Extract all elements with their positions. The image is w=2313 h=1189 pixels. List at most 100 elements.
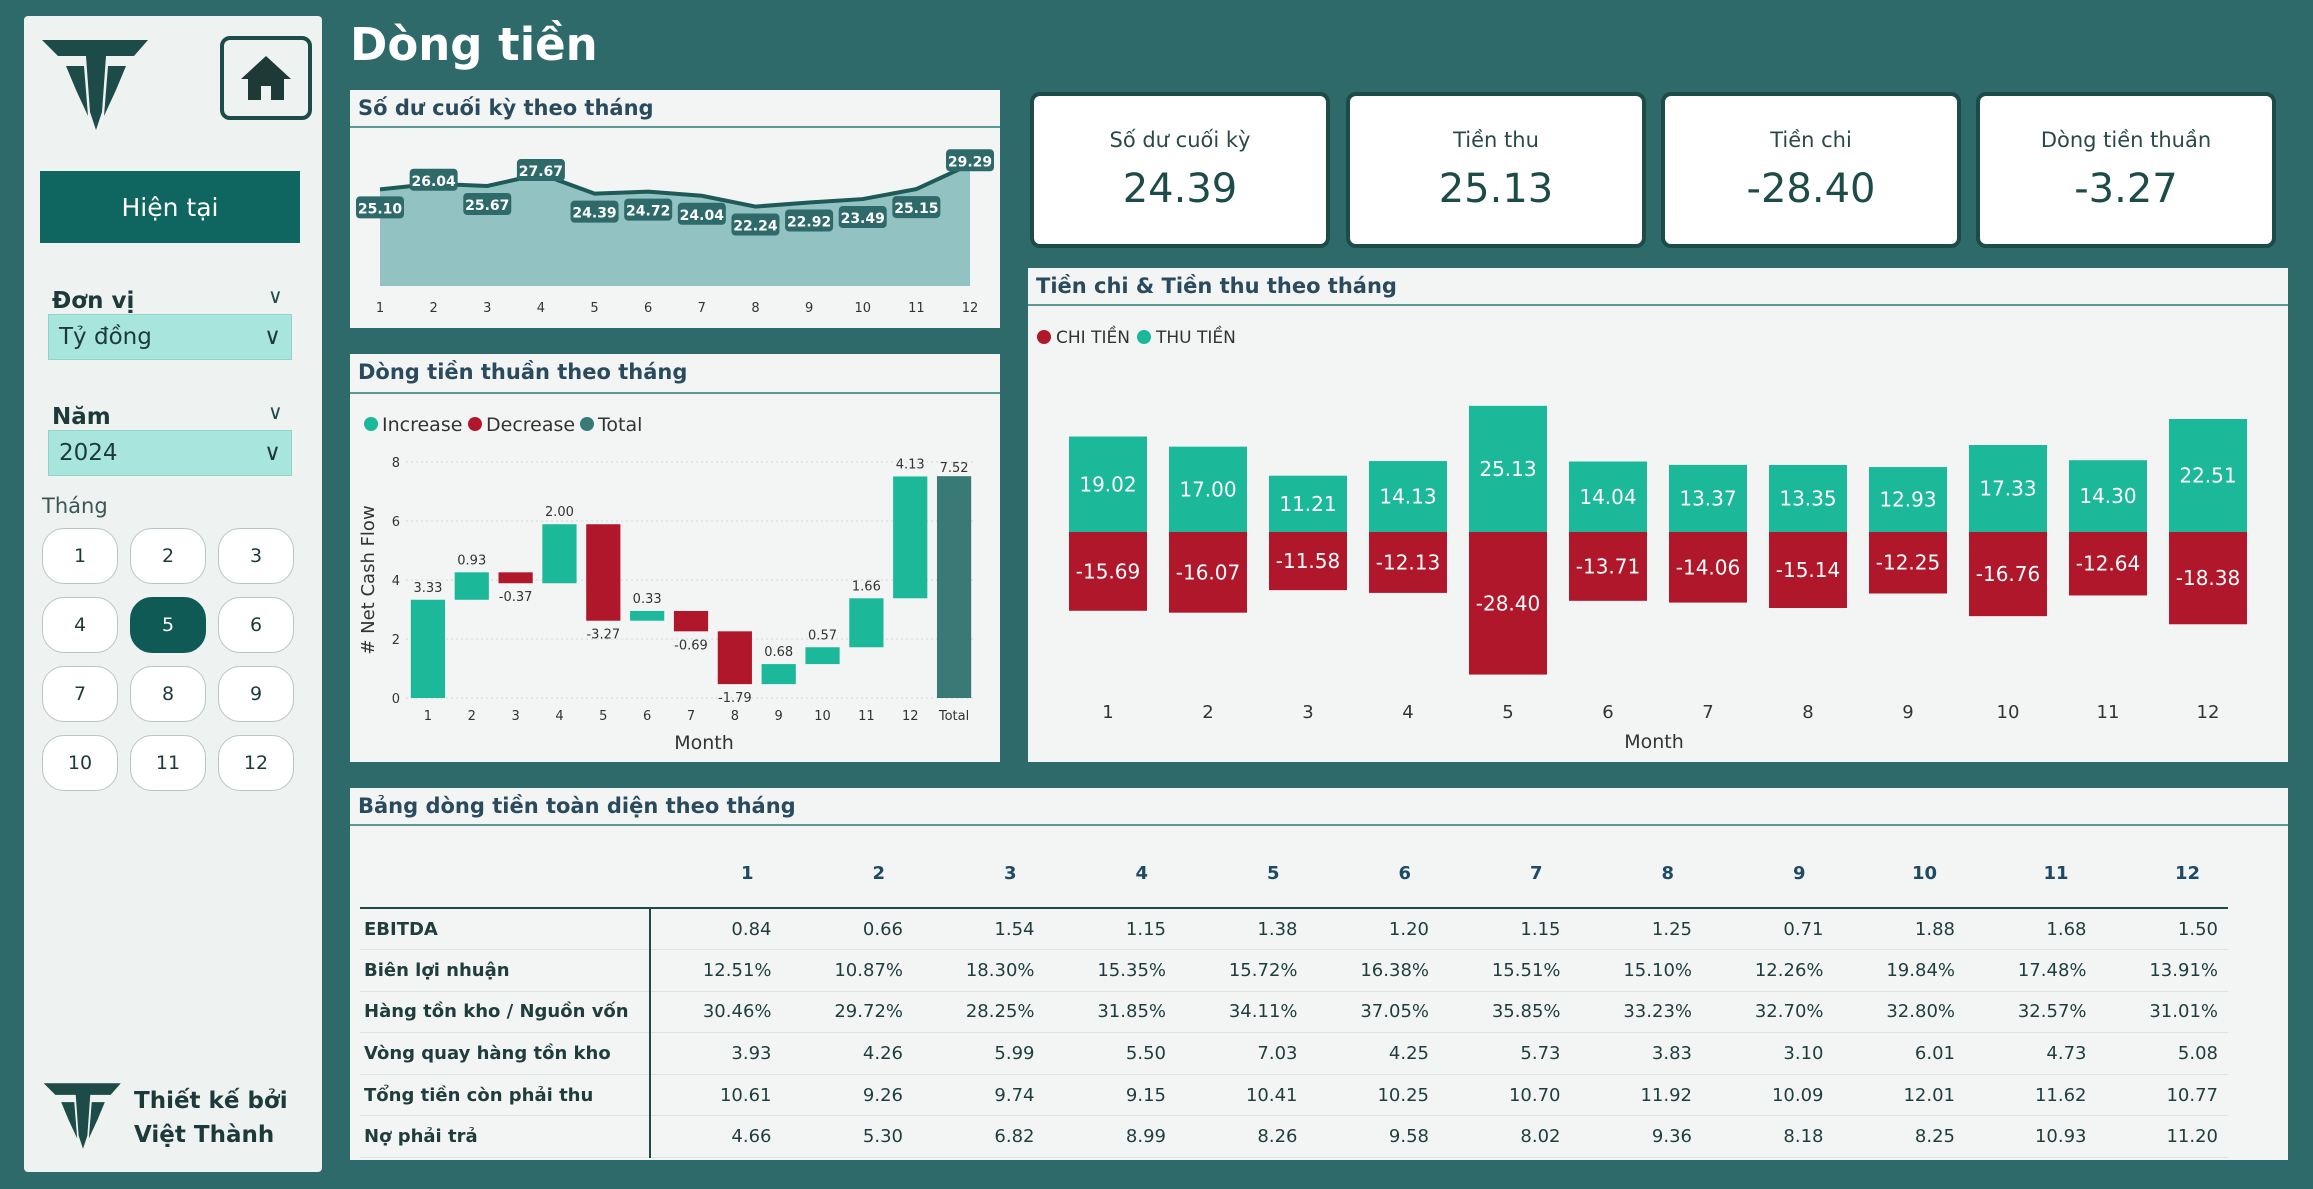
table-cell: 1.68	[1965, 908, 2097, 951]
chevron-down-icon: ∨	[264, 440, 281, 466]
month-button-4[interactable]: 4	[42, 597, 118, 653]
legend-label: Total	[597, 414, 642, 436]
table-column-header: 3	[1003, 863, 1017, 884]
month-button-2[interactable]: 2	[130, 528, 206, 584]
designer-line-2: Việt Thành	[134, 1122, 275, 1148]
legend-label: THU TIỀN	[1155, 324, 1236, 348]
unit-dropdown[interactable]: Tỷ đồng ∨	[48, 314, 292, 360]
cash-out-value-label: -12.64	[2076, 552, 2140, 576]
x-tick-label: 2	[1202, 702, 1213, 723]
waterfall-bar	[586, 524, 621, 621]
table-cell: 3.10	[1702, 1032, 1834, 1075]
table-cell: 32.70%	[1702, 991, 1834, 1034]
table-cell: 10.70	[1439, 1074, 1571, 1117]
unit-collapse-chevron-icon[interactable]: ∨	[268, 284, 283, 308]
table-cell: 1.88	[1833, 908, 1965, 951]
current-button[interactable]: Hiện tại	[40, 171, 300, 243]
waterfall-bar	[761, 664, 796, 685]
x-tick-label: 4	[537, 301, 545, 316]
chevron-down-icon: ∨	[264, 324, 281, 350]
table-cell: 7.03	[1176, 1032, 1308, 1075]
year-dropdown[interactable]: 2024 ∨	[48, 430, 292, 476]
table-row-label: Hàng tồn kho / Nguồn vốn	[360, 991, 651, 1034]
month-button-1[interactable]: 1	[42, 528, 118, 584]
waterfall-value-label: 4.13	[896, 457, 925, 472]
table-row: Vòng quay hàng tồn kho 3.93 4.26 5.99 5.50 7.…	[360, 1032, 2228, 1075]
x-tick-label: 5	[590, 301, 598, 316]
x-tick-label: 3	[483, 301, 491, 316]
month-button-9[interactable]: 9	[218, 666, 294, 722]
y-tick-label: 0	[392, 692, 400, 707]
cash-in-value-label: 14.30	[2079, 484, 2136, 508]
table-cell: 19.84%	[1833, 949, 1965, 992]
month-button-3[interactable]: 3	[218, 528, 294, 584]
table-cell: 9.15	[1044, 1074, 1176, 1117]
legend-swatch	[1137, 330, 1151, 344]
balance-value-label: 23.49	[841, 211, 885, 227]
x-tick-label: 7	[1702, 702, 1713, 723]
balance-value-label: 24.72	[626, 204, 670, 220]
x-tick-label: 9	[805, 301, 813, 316]
x-tick-label: 5	[1502, 702, 1513, 723]
table-cell: 35.85%	[1439, 991, 1571, 1034]
table-cell: 10.25	[1307, 1074, 1439, 1117]
month-button-10[interactable]: 10	[42, 735, 118, 791]
x-tick-label: 12	[902, 709, 919, 724]
waterfall-value-label: 0.93	[457, 553, 486, 568]
waterfall-value-label: 2.00	[545, 505, 574, 520]
x-tick-label: 8	[751, 301, 759, 316]
table-cell: 6.01	[1833, 1032, 1965, 1075]
table-cell: 3.83	[1570, 1032, 1702, 1075]
year-label: Năm	[52, 404, 111, 430]
table-cell: 0.66	[781, 908, 913, 951]
y-tick-label: 6	[392, 515, 400, 530]
kpi-label: Số dư cuối kỳ	[1109, 128, 1251, 152]
month-button-5[interactable]: 5	[130, 597, 206, 653]
kpi-card-ending-balance: Số dư cuối kỳ 24.39	[1030, 92, 1330, 248]
y-tick-label: 8	[392, 456, 400, 471]
month-button-7[interactable]: 7	[42, 666, 118, 722]
waterfall-bar	[630, 610, 665, 621]
table-cell: 15.10%	[1570, 949, 1702, 992]
balance-value-label: 25.10	[358, 201, 403, 217]
waterfall-value-label: 0.68	[764, 645, 793, 660]
table-column-header: 9	[1792, 863, 1806, 884]
month-button-6[interactable]: 6	[218, 597, 294, 653]
table-cell: 29.72%	[781, 991, 913, 1034]
table-cell: 13.91%	[2096, 949, 2228, 992]
table-cell: 1.25	[1570, 908, 1702, 951]
table-cell: 8.99	[1044, 1115, 1176, 1159]
home-button[interactable]	[220, 36, 312, 120]
cash-out-value-label: -16.07	[1176, 560, 1240, 584]
table-cell: 11.20	[2096, 1115, 2228, 1159]
balance-point-label: 26.04	[409, 168, 458, 191]
designer-logo	[43, 1083, 121, 1149]
cash-in-value-label: 17.00	[1179, 477, 1236, 501]
year-collapse-chevron-icon[interactable]: ∨	[268, 400, 283, 424]
table-cell: 10.87%	[781, 949, 913, 992]
month-button-12[interactable]: 12	[218, 735, 294, 791]
table-cell: 9.74	[913, 1074, 1045, 1117]
y-tick-label: 4	[392, 574, 400, 589]
x-tick-label: 10	[1997, 702, 2020, 723]
table-column-header: 4	[1135, 863, 1148, 884]
x-tick-label: 6	[644, 301, 652, 316]
x-axis-label: Month	[1624, 731, 1684, 753]
net-cash-flow-chart-panel: Dòng tiền thuần theo tháng Increase Decre…	[350, 354, 1000, 762]
table-row-label: Vòng quay hàng tồn kho	[360, 1032, 651, 1075]
waterfall-bar	[454, 572, 489, 600]
table-title: Bảng dòng tiền toàn diện theo tháng	[358, 794, 796, 818]
x-tick-label: 11	[908, 301, 925, 316]
waterfall-value-label: -0.37	[499, 590, 533, 605]
table-column-header: 12	[2174, 863, 2200, 884]
table-cell: 33.23%	[1570, 991, 1702, 1034]
month-button-11[interactable]: 11	[130, 735, 206, 791]
balance-point-label: 25.10	[356, 196, 404, 219]
table-column-header: 8	[1661, 863, 1674, 884]
table-column-header: 11	[2043, 863, 2069, 884]
table-cell: 1.20	[1307, 908, 1439, 951]
table-cell: 5.50	[1044, 1032, 1176, 1075]
table-cell: 10.41	[1176, 1074, 1308, 1117]
cash-in-value-label: 19.02	[1079, 472, 1136, 496]
month-button-8[interactable]: 8	[130, 666, 206, 722]
